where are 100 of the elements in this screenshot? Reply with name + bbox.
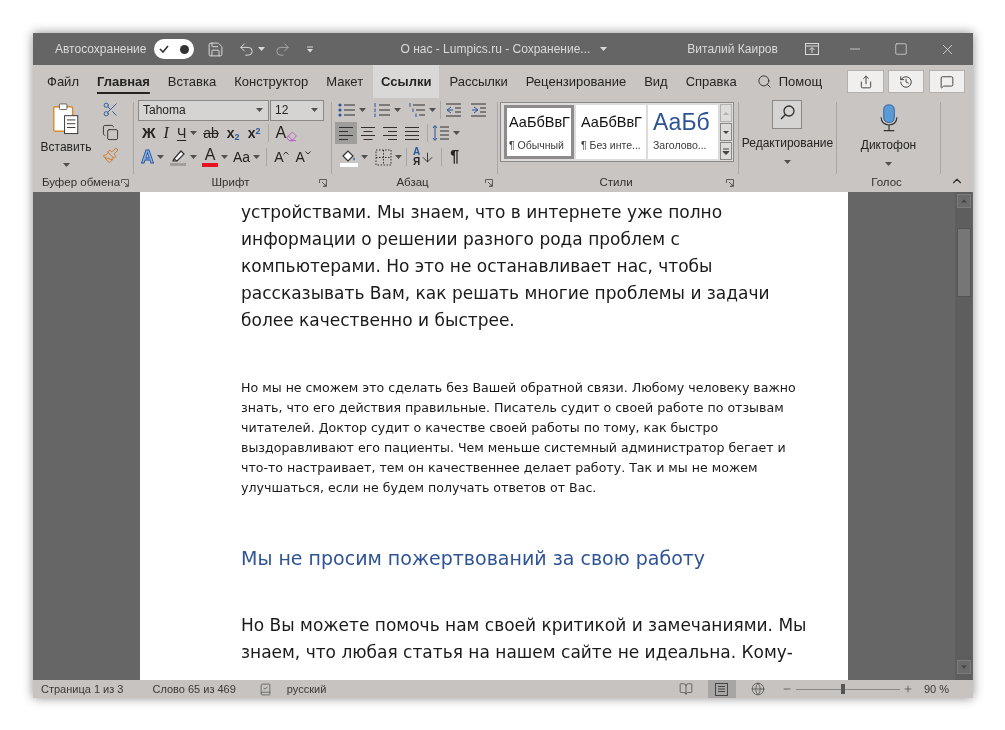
ribbon-tab[interactable]: Макет [318, 65, 372, 98]
editing-button[interactable]: Редактирование [741, 98, 834, 174]
page-count[interactable]: Страница 1 из 3 [41, 680, 124, 698]
caret-icon[interactable] [221, 155, 228, 159]
tell-me-search[interactable]: Помощ [756, 69, 823, 94]
caret-icon[interactable] [429, 108, 436, 112]
caret-icon[interactable] [600, 47, 608, 51]
proofing-icon[interactable] [258, 682, 272, 696]
borders-icon[interactable] [375, 148, 392, 166]
grow-font-button[interactable]: A [271, 146, 293, 168]
shrink-font-button[interactable]: A [292, 146, 314, 168]
style-gallery-item[interactable]: АаБбВвГ ¶ Обычный [504, 105, 574, 159]
bold-button[interactable]: Ж [138, 122, 160, 144]
ribbon-tab[interactable]: Файл [39, 65, 87, 98]
ribbon-tab[interactable]: Конструктор [226, 65, 317, 98]
scroll-down-button[interactable] [956, 660, 971, 674]
print-layout-button[interactable] [707, 680, 736, 698]
checkmark-icon [159, 45, 170, 53]
dialog-launcher-icon[interactable] [726, 179, 734, 187]
gallery-more-button[interactable] [720, 142, 732, 160]
underline-button[interactable]: Ч [172, 122, 191, 144]
align-center-icon [360, 125, 376, 141]
highlighter-icon[interactable] [169, 148, 187, 166]
dictate-button[interactable]: Диктофон [860, 98, 917, 174]
ribbon-tab[interactable]: Вид [636, 65, 676, 98]
gallery-down-button[interactable] [720, 123, 732, 141]
caret-icon[interactable] [258, 47, 266, 51]
superscript-button[interactable]: x$^{2}$ [243, 122, 265, 144]
paste-button[interactable]: Вставить [33, 98, 99, 174]
ribbon-tab[interactable]: Рассылки [441, 65, 516, 98]
vertical-scrollbar[interactable] [955, 192, 972, 680]
language-label[interactable]: русский [286, 680, 327, 698]
caret-icon[interactable] [253, 155, 261, 159]
caret-icon[interactable] [885, 162, 892, 166]
increase-indent-icon[interactable] [470, 102, 487, 118]
scroll-up-button[interactable] [956, 194, 971, 208]
maximize-icon[interactable] [894, 42, 908, 56]
history-button[interactable] [888, 70, 924, 93]
caret-icon[interactable] [157, 155, 164, 159]
align-left-button[interactable] [335, 122, 357, 144]
caret-icon[interactable] [359, 108, 366, 112]
numbered-list-icon[interactable] [373, 102, 391, 118]
caret-icon[interactable] [361, 155, 368, 159]
caret-icon[interactable] [394, 108, 401, 112]
decrease-indent-icon[interactable] [445, 102, 462, 118]
dialog-launcher-icon[interactable] [121, 179, 129, 187]
ribbon-display-options-icon[interactable] [805, 43, 819, 55]
caret-icon[interactable] [190, 155, 197, 159]
zoom-level[interactable]: 90 % [923, 680, 949, 698]
ribbon-tab[interactable]: Справка [677, 65, 745, 98]
style-gallery-item[interactable]: АаБбВвГ ¶ Без инте... [576, 105, 646, 159]
undo-icon[interactable] [238, 40, 256, 58]
copy-icon[interactable] [102, 124, 119, 141]
line-spacing-icon[interactable] [432, 124, 450, 142]
italic-button[interactable]: I [159, 122, 173, 144]
subscript-button[interactable]: x$_{2}$ [222, 122, 244, 144]
font-color-button[interactable]: A [199, 147, 221, 167]
bullet-list-icon[interactable] [338, 102, 356, 118]
caret-down-icon [304, 151, 311, 155]
ribbon-tab[interactable]: Рецензирование [517, 65, 635, 98]
scissors-icon[interactable] [102, 101, 119, 118]
share-button[interactable] [847, 70, 884, 93]
share-icon [858, 74, 873, 89]
caret-icon[interactable] [453, 131, 460, 135]
change-case-button[interactable]: Aa [230, 146, 254, 168]
autosave-toggle[interactable] [154, 39, 195, 59]
ribbon-tab[interactable]: Вставка [159, 65, 225, 98]
body-paragraph: Но Вы можете помочь нам своей критикой и замечаниями. Мы знаем, что любая статья на нашем сайте не идеальна. Кому- [241, 614, 808, 664]
sort-button[interactable]: А Я [411, 147, 438, 167]
align-left-icon [338, 125, 354, 141]
paste-icon [52, 103, 80, 135]
save-icon[interactable] [207, 40, 225, 58]
caret-icon[interactable] [62, 163, 70, 167]
comment-icon [940, 74, 954, 89]
font-size-field[interactable]: 12 [270, 99, 324, 121]
dialog-launcher-icon[interactable] [485, 179, 493, 187]
strikethrough-button[interactable]: ab [199, 122, 223, 144]
clear-formatting-button[interactable]: A [273, 123, 300, 143]
scrollbar-thumb[interactable] [956, 228, 971, 297]
font-name-field[interactable]: Tahoma [138, 99, 269, 121]
style-gallery-item[interactable]: АаБб Заголово... [648, 105, 718, 159]
ribbon-tab[interactable]: Ссылки [373, 65, 440, 98]
slider-thumb[interactable] [840, 684, 845, 694]
caret-icon[interactable] [784, 160, 791, 164]
show-marks-button[interactable]: ¶ [446, 145, 464, 169]
ribbon-tab[interactable]: Главная [88, 65, 158, 98]
eraser-icon [286, 131, 298, 142]
comments-button[interactable] [929, 70, 965, 93]
customize-toolbar-icon[interactable] [306, 45, 315, 53]
redo-icon[interactable] [274, 40, 292, 58]
caret-icon[interactable] [256, 108, 263, 112]
caret-icon[interactable] [395, 155, 402, 159]
zoom-in-icon[interactable] [902, 684, 913, 694]
section-heading: Мы не просим пожертвований за свою работу [241, 546, 706, 571]
multilevel-list-icon[interactable] [408, 102, 426, 118]
caret-icon[interactable] [311, 108, 318, 112]
word-count[interactable]: Слово 65 из 469 [152, 680, 236, 698]
arrow-down-icon [420, 149, 436, 165]
dialog-launcher-icon[interactable] [319, 179, 327, 187]
caret-icon[interactable] [190, 131, 198, 135]
